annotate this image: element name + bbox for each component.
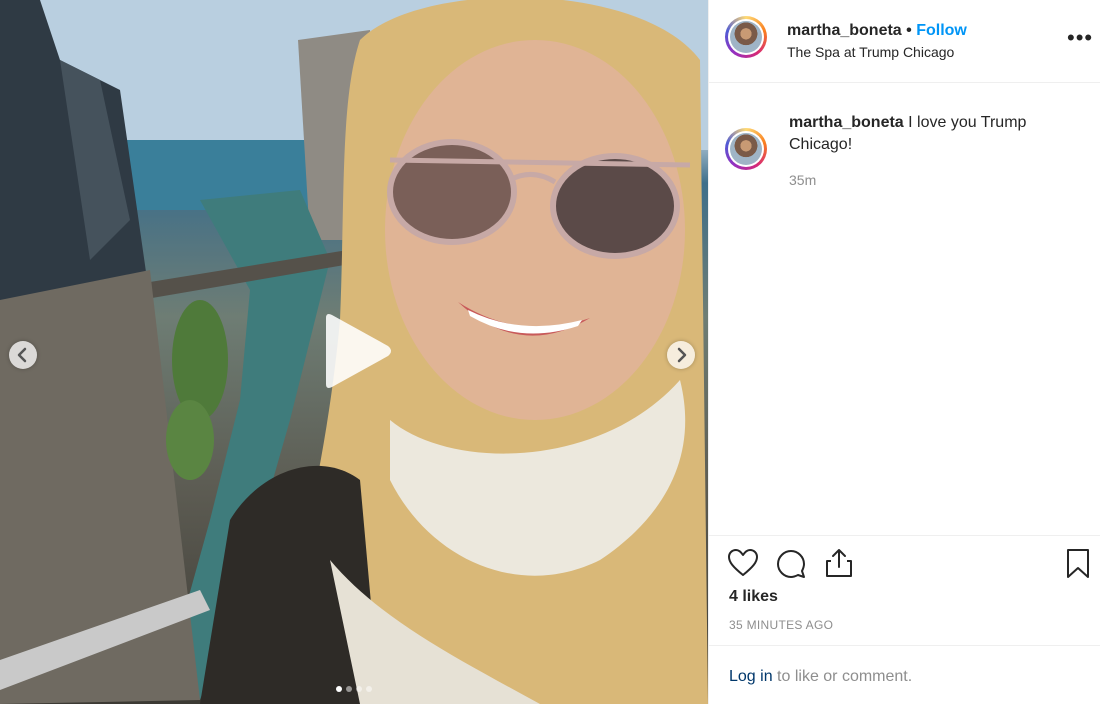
- header-divider: [709, 82, 1100, 83]
- carousel-dot: [346, 686, 352, 692]
- heart-icon[interactable]: [727, 548, 759, 578]
- author-avatar[interactable]: [725, 16, 767, 58]
- carousel-dot: [366, 686, 372, 692]
- caption-text: martha_boneta I love you Trump Chicago!: [789, 112, 1069, 156]
- chevron-right-icon: [677, 347, 687, 363]
- carousel-next-button[interactable]: [667, 341, 695, 369]
- post-location[interactable]: The Spa at Trump Chicago: [787, 44, 954, 60]
- author-username[interactable]: martha_boneta: [787, 22, 902, 39]
- follow-button[interactable]: Follow: [916, 22, 967, 39]
- post-header-line: martha_boneta • Follow: [787, 22, 967, 40]
- footer-divider: [709, 645, 1100, 646]
- post-time-ago: 35 MINUTES AGO: [729, 618, 834, 632]
- share-upload-icon[interactable]: [823, 547, 855, 579]
- likes-count[interactable]: 4 likes: [729, 588, 778, 606]
- comment-bubble-icon[interactable]: [775, 548, 807, 580]
- caption-username[interactable]: martha_boneta: [789, 114, 904, 131]
- actions-divider: [709, 535, 1100, 536]
- carousel-dot-active: [336, 686, 342, 692]
- carousel-dot: [356, 686, 362, 692]
- more-horizontal-icon: •••: [1067, 25, 1094, 50]
- post-media-video[interactable]: [0, 0, 708, 704]
- caption-avatar[interactable]: [725, 128, 767, 170]
- carousel-prev-button[interactable]: [9, 341, 37, 369]
- chevron-left-icon: [17, 347, 27, 363]
- more-options-button[interactable]: •••: [1067, 25, 1094, 50]
- header-separator: •: [901, 22, 917, 39]
- login-prompt: Log in to like or comment.: [729, 668, 912, 686]
- post-side-panel: martha_boneta • Follow The Spa at Trump …: [708, 0, 1100, 704]
- bookmark-icon[interactable]: [1065, 548, 1091, 580]
- play-icon[interactable]: [318, 312, 394, 390]
- caption-timestamp: 35m: [789, 172, 817, 188]
- login-link[interactable]: Log in: [729, 668, 773, 685]
- carousel-indicator: [336, 686, 372, 692]
- login-prompt-text: to like or comment.: [772, 668, 913, 685]
